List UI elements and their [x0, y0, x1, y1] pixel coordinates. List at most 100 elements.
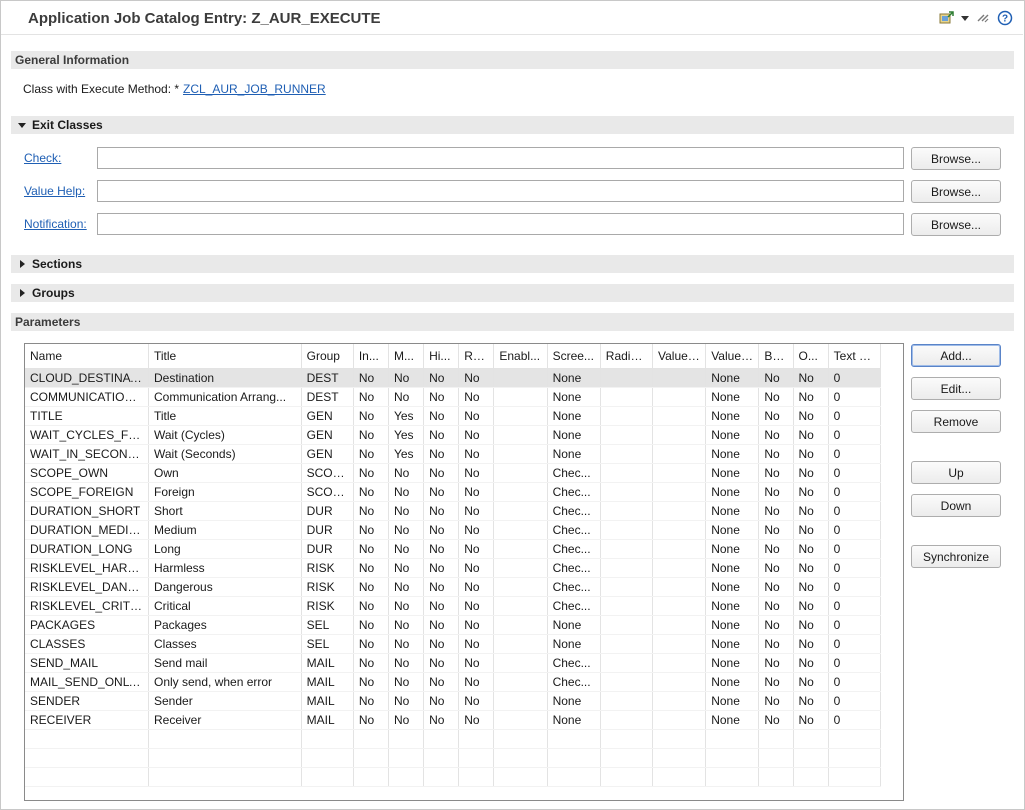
synchronize-button[interactable]: Synchronize: [911, 545, 1001, 568]
column-header-scree[interactable]: Scree...: [547, 344, 601, 369]
cell-o: No: [793, 691, 829, 711]
cell-text-l: 0: [828, 368, 882, 388]
sections-header[interactable]: Sections: [11, 255, 1014, 273]
cell-group: MAIL: [301, 672, 354, 692]
column-header-text-l[interactable]: Text L...: [828, 344, 882, 369]
cell-re: No: [458, 615, 495, 635]
export-icon[interactable]: [939, 10, 955, 26]
table-row[interactable]: SCOPE_FOREIGN Foreign SCOPE No No No No Chec...…: [25, 482, 882, 502]
table-row[interactable]: WAIT_IN_SECONDS Wait (Seconds) GEN No Yes No N…: [25, 444, 882, 464]
column-header-in[interactable]: In...: [353, 344, 389, 369]
table-row[interactable]: CLASSES Classes SEL No No No No None None No No 0: [25, 634, 882, 654]
link-icon[interactable]: [975, 10, 991, 26]
table-row[interactable]: TITLE Title GEN No Yes No No None None No No 0: [25, 406, 882, 426]
check-input[interactable]: [97, 147, 904, 169]
cell-radio: [600, 539, 653, 559]
column-header-radio[interactable]: Radio...: [600, 344, 653, 369]
table-row[interactable]: COMMUNICATION... Communication Arrang... D…: [25, 387, 882, 407]
table-row[interactable]: DURATION_MEDIUM Medium DUR No No No No Chec... N…: [25, 520, 882, 540]
column-header-re[interactable]: Re...: [458, 344, 495, 369]
cell-m: No: [388, 672, 425, 692]
column-header-name[interactable]: Name: [25, 344, 149, 369]
cell-scree: Chec...: [547, 520, 601, 540]
cell-name: SCOPE_OWN: [25, 463, 149, 483]
column-header-value-2[interactable]: Value ...: [705, 344, 760, 369]
move-up-button[interactable]: Up: [911, 461, 1001, 484]
cell-o: No: [793, 406, 829, 426]
collapsed-triangle-icon[interactable]: [17, 288, 27, 298]
cell-value-1: [652, 387, 707, 407]
empty-cell: [600, 729, 653, 749]
cell-hi: No: [423, 691, 460, 711]
parameters-table[interactable]: Name Title Group In... M... Hi... Re... …: [24, 343, 904, 801]
move-down-button[interactable]: Down: [911, 494, 1001, 517]
table-row[interactable]: SCOPE_OWN Own SCOPE No No No No Chec... None No No…: [25, 463, 882, 483]
column-header-m[interactable]: M...: [388, 344, 425, 369]
column-header-value-1[interactable]: Value ...: [652, 344, 707, 369]
cell-ba: No: [758, 463, 794, 483]
cell-value-2: None: [705, 520, 760, 540]
cell-enabl: [493, 482, 548, 502]
cell-hi: No: [423, 387, 460, 407]
column-header-ba[interactable]: Ba...: [758, 344, 794, 369]
cell-hi: No: [423, 596, 460, 616]
table-row[interactable]: CLOUD_DESTINATI... Destination DEST No No No N…: [25, 368, 882, 388]
cell-ba: No: [758, 615, 794, 635]
value-help-browse-button[interactable]: Browse...: [911, 180, 1001, 203]
expanded-triangle-icon[interactable]: [17, 120, 27, 130]
table-row[interactable]: DURATION_LONG Long DUR No No No No Chec... None N…: [25, 539, 882, 559]
value-help-link[interactable]: Value Help:: [24, 184, 85, 198]
cell-enabl: [493, 672, 548, 692]
cell-name: MAIL_SEND_ONLY_...: [25, 672, 149, 692]
cell-in: No: [353, 425, 389, 445]
cell-name: CLASSES: [25, 634, 149, 654]
cell-m: No: [388, 558, 425, 578]
svg-text:?: ?: [1002, 14, 1008, 25]
table-row[interactable]: PACKAGES Packages SEL No No No No None None No No 0: [25, 615, 882, 635]
column-header-group[interactable]: Group: [301, 344, 354, 369]
cell-value-1: [652, 672, 707, 692]
column-header-enabl[interactable]: Enabl...: [493, 344, 548, 369]
parameters-grid: Name Title Group In... M... Hi... Re... …: [25, 344, 882, 787]
notification-browse-button[interactable]: Browse...: [911, 213, 1001, 236]
table-row[interactable]: WAIT_CYCLES_FOR... Wait (Cycles) GEN No Yes N…: [25, 425, 882, 445]
cell-ba: No: [758, 387, 794, 407]
general-information-title: General Information: [15, 53, 130, 67]
remove-parameter-button[interactable]: Remove: [911, 410, 1001, 433]
edit-parameter-button[interactable]: Edit...: [911, 377, 1001, 400]
empty-cell: [793, 748, 829, 768]
cell-value-2: None: [705, 653, 760, 673]
groups-header[interactable]: Groups: [11, 284, 1014, 302]
table-row[interactable]: RISKLEVEL_HARML... Harmless RISK No No No No Ch…: [25, 558, 882, 578]
value-help-input[interactable]: [97, 180, 904, 202]
cell-text-l: 0: [828, 520, 882, 540]
table-row[interactable]: MAIL_SEND_ONLY_... Only send, when error M…: [25, 672, 882, 692]
collapsed-triangle-icon[interactable]: [17, 259, 27, 269]
table-row[interactable]: RECEIVER Receiver MAIL No No No No None None No No…: [25, 710, 882, 730]
dropdown-arrow-icon[interactable]: [961, 10, 969, 26]
exit-classes-header[interactable]: Exit Classes: [11, 116, 1014, 134]
column-header-title[interactable]: Title: [148, 344, 302, 369]
table-row[interactable]: DURATION_SHORT Short DUR No No No No Chec... Non…: [25, 501, 882, 521]
notification-link[interactable]: Notification:: [24, 217, 87, 231]
add-parameter-button[interactable]: Add...: [911, 344, 1001, 367]
table-row[interactable]: RISKLEVEL_CRITICAL Critical RISK No No No No Ch…: [25, 596, 882, 616]
table-row[interactable]: SEND_MAIL Send mail MAIL No No No No Chec... Non…: [25, 653, 882, 673]
cell-scree: Chec...: [547, 672, 601, 692]
column-header-o[interactable]: O...: [793, 344, 829, 369]
notification-input[interactable]: [97, 213, 904, 235]
class-with-execute-method-link[interactable]: ZCL_AUR_JOB_RUNNER: [183, 82, 326, 96]
table-row[interactable]: SENDER Sender MAIL No No No No None None No No 0: [25, 691, 882, 711]
check-browse-button[interactable]: Browse...: [911, 147, 1001, 170]
empty-cell: [423, 729, 460, 749]
cell-re: No: [458, 520, 495, 540]
cell-name: COMMUNICATION...: [25, 387, 149, 407]
cell-m: No: [388, 387, 425, 407]
help-icon[interactable]: ?: [997, 10, 1013, 26]
table-row[interactable]: RISKLEVEL_DANGE... Dangerous RISK No No No No C…: [25, 577, 882, 597]
cell-m: No: [388, 368, 425, 388]
cell-o: No: [793, 672, 829, 692]
check-link[interactable]: Check:: [24, 151, 61, 165]
cell-radio: [600, 482, 653, 502]
column-header-hi[interactable]: Hi...: [423, 344, 460, 369]
